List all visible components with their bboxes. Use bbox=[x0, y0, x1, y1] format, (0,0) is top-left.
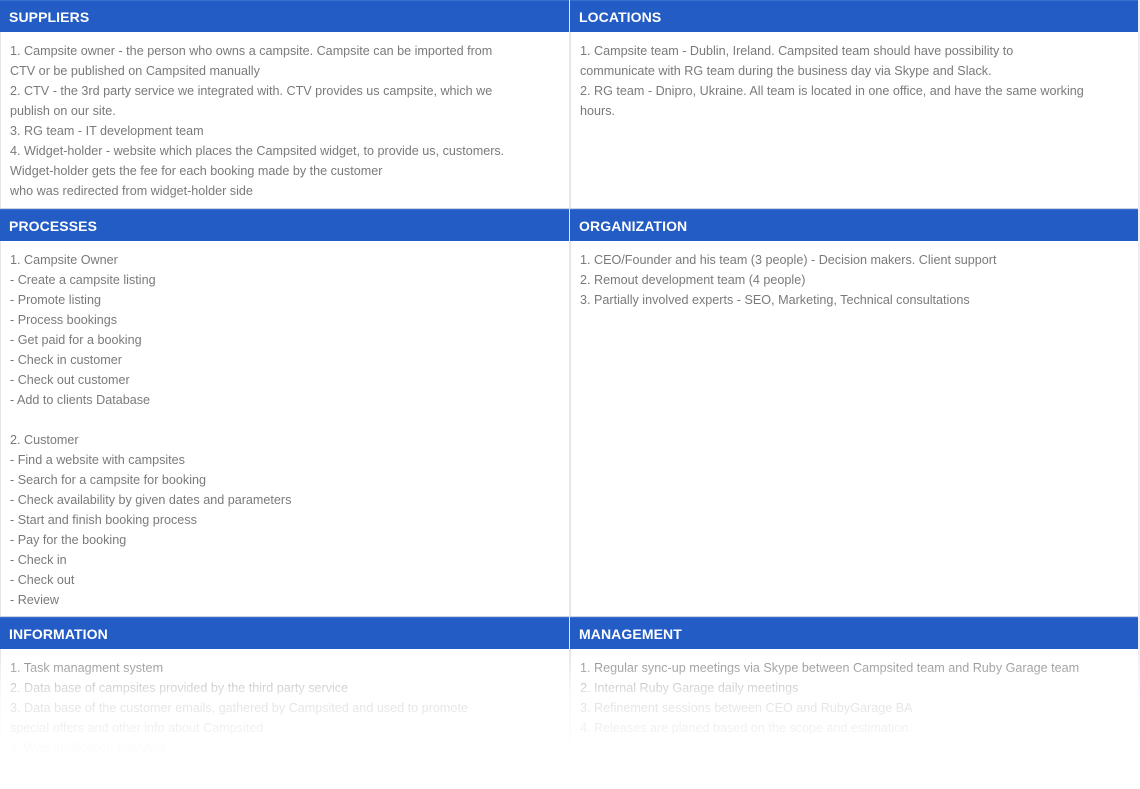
text-line: hours. bbox=[580, 104, 616, 118]
text-line: 1. Campsite team - Dublin, Ireland. Camp… bbox=[580, 44, 1014, 58]
text-line: - Promote listing bbox=[10, 293, 101, 307]
organization-body: 1. CEO/Founder and his team (3 people) -… bbox=[570, 241, 1139, 616]
text-line: - Add to clients Database bbox=[10, 393, 151, 407]
text-line: - Check in customer bbox=[10, 353, 122, 367]
information-section: INFORMATION 1. Task managment system 2. D… bbox=[0, 617, 569, 776]
text-line: 3. Data base of the customer emails, gat… bbox=[10, 701, 468, 715]
information-body: 1. Task managment system 2. Data base of … bbox=[0, 649, 569, 776]
text-line: - Start and finish booking process bbox=[10, 513, 197, 527]
text-line bbox=[10, 410, 560, 430]
suppliers-body: 1. Campsite owner - the person who owns … bbox=[0, 32, 569, 208]
text-line: 2. CTV - the 3rd party service we integr… bbox=[10, 84, 493, 98]
processes-header: PROCESSES bbox=[0, 209, 569, 241]
suppliers-section: SUPPLIERS 1. Campsite owner - the person… bbox=[0, 0, 569, 208]
text-line: - Create a campsite listing bbox=[10, 273, 156, 287]
text-line: - Check out bbox=[10, 573, 75, 587]
text-line: 3. Partially involved experts - SEO, Mar… bbox=[580, 293, 970, 307]
text-line: 4. Web application analytics bbox=[10, 741, 166, 755]
text-line: 4. Releases are planed based on the scop… bbox=[580, 721, 912, 735]
processes-body: 1. Campsite Owner - Create a campsite lis… bbox=[0, 241, 569, 616]
organization-header: ORGANIZATION bbox=[570, 209, 1139, 241]
management-section: MANAGEMENT 1. Regular sync-up meetings v… bbox=[570, 617, 1139, 776]
text-line: 2. Remout development team (4 people) bbox=[580, 273, 806, 287]
text-line: 1. Task managment system bbox=[10, 661, 164, 675]
information-header: INFORMATION bbox=[0, 617, 569, 649]
text-line: 1. Campsite Owner bbox=[10, 253, 118, 267]
organization-section: ORGANIZATION 1. CEO/Founder and his team… bbox=[570, 209, 1139, 616]
text-line: 2. Internal Ruby Garage daily meetings bbox=[580, 681, 799, 695]
text-line: publish on our site. bbox=[10, 104, 116, 118]
text-line: 1. Regular sync-up meetings via Skype be… bbox=[580, 661, 1080, 675]
text-line: 3. RG team - IT development team bbox=[10, 124, 204, 138]
text-line: - Check out customer bbox=[10, 373, 130, 387]
locations-header: LOCATIONS bbox=[570, 0, 1139, 32]
text-line: CTV or be published on Campsited manuall… bbox=[10, 64, 260, 78]
text-line: 3. Refinement sessions between CEO and R… bbox=[580, 701, 913, 715]
text-line: - Search for a campsite for booking bbox=[10, 473, 206, 487]
text-line: 1. Campsite owner - the person who owns … bbox=[10, 44, 493, 58]
text-line: Widget-holder gets the fee for each book… bbox=[10, 164, 383, 178]
text-line: communicate with RG team during the busi… bbox=[580, 64, 992, 78]
text-line: - Review bbox=[10, 593, 59, 607]
text-line: 1. CEO/Founder and his team (3 people) -… bbox=[580, 253, 997, 267]
locations-section: LOCATIONS 1. Campsite team - Dublin, Ire… bbox=[570, 0, 1139, 208]
management-body: 1. Regular sync-up meetings via Skype be… bbox=[570, 649, 1139, 776]
processes-section: PROCESSES 1. Campsite Owner - Create a ca… bbox=[0, 209, 569, 616]
text-line: who was redirected from widget-holder si… bbox=[10, 184, 253, 198]
text-line: 2. RG team - Dnipro, Ukraine. All team i… bbox=[580, 84, 1084, 98]
text-line: special offers and other info about Camp… bbox=[10, 721, 264, 735]
suppliers-header: SUPPLIERS bbox=[0, 0, 569, 32]
text-line: - Pay for the booking bbox=[10, 533, 127, 547]
locations-body: 1. Campsite team - Dublin, Ireland. Camp… bbox=[570, 32, 1139, 208]
text-line: 2. Customer bbox=[10, 433, 79, 447]
text-line: 2. Data base of campsites provided by th… bbox=[10, 681, 349, 695]
text-line: - Get paid for a booking bbox=[10, 333, 142, 347]
text-line: - Check availability by given dates and … bbox=[10, 493, 292, 507]
text-line: - Process bookings bbox=[10, 313, 118, 327]
management-header: MANAGEMENT bbox=[570, 617, 1139, 649]
text-line: - Check in bbox=[10, 553, 67, 567]
canvas-grid: SUPPLIERS 1. Campsite owner - the person… bbox=[0, 0, 1140, 776]
text-line: - Find a website with campsites bbox=[10, 453, 185, 467]
text-line: 4. Widget-holder - website which places … bbox=[10, 144, 505, 158]
